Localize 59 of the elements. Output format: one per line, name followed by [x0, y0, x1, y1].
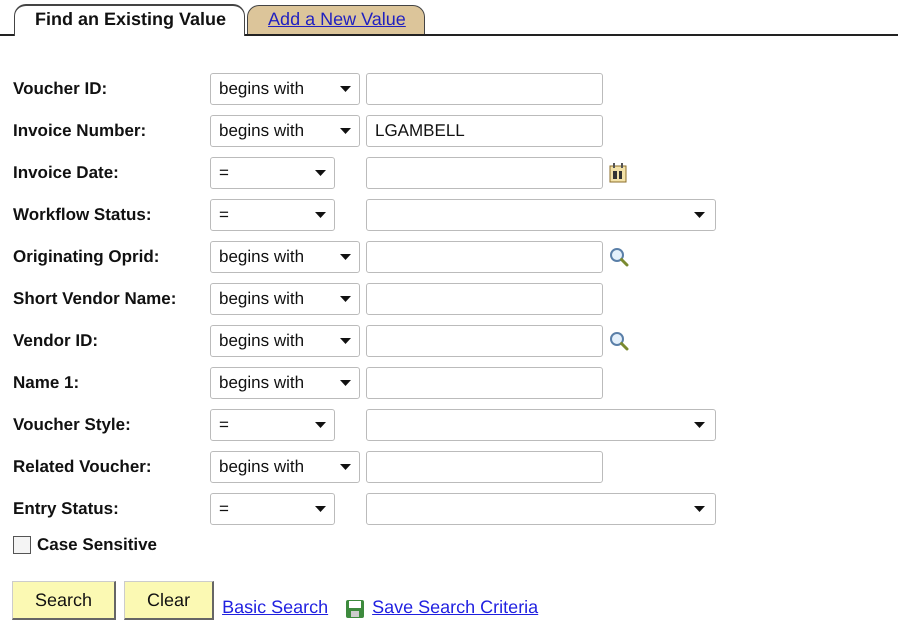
tab[interactable]: Add a New Value: [247, 5, 425, 34]
field-label: Name 1:: [13, 373, 80, 393]
input-field[interactable]: [366, 157, 603, 189]
operator-dropdown[interactable]: =: [210, 199, 335, 231]
action-button[interactable]: Clear: [124, 581, 214, 620]
caret-icon: [340, 128, 351, 134]
field-label: Short Vendor Name:: [13, 289, 178, 309]
operator-dropdown[interactable]: begins with: [210, 73, 360, 105]
operator-dropdown[interactable]: =: [210, 409, 335, 441]
field-label: Voucher ID:: [13, 79, 108, 99]
dropdown-field[interactable]: [366, 493, 716, 525]
search-icon[interactable]: [609, 247, 629, 267]
field-label: Invoice Number:: [13, 121, 148, 141]
operator-dropdown[interactable]: begins with: [210, 325, 360, 357]
caret-icon: [340, 338, 351, 344]
caret-icon: [315, 506, 326, 512]
caret-icon: [315, 212, 326, 218]
caret-icon: [694, 422, 705, 428]
field-label: Related Voucher:: [13, 457, 153, 477]
action-button[interactable]: Search: [12, 581, 116, 620]
caret-icon: [340, 254, 351, 260]
caret-icon: [340, 296, 351, 302]
link[interactable]: Save Search Criteria: [372, 597, 538, 618]
dropdown-field[interactable]: [366, 409, 716, 441]
tab[interactable]: Find an Existing Value: [14, 4, 246, 36]
operator-dropdown[interactable]: begins with: [210, 451, 360, 483]
field-label: Vendor ID:: [13, 331, 100, 351]
checkbox-label: Case Sensitive: [37, 535, 158, 555]
caret-icon: [694, 506, 705, 512]
field-label: Originating Oprid:: [13, 247, 160, 267]
operator-dropdown[interactable]: =: [210, 493, 335, 525]
field-label: Workflow Status:: [13, 205, 153, 225]
calendar-icon[interactable]: [609, 163, 627, 183]
save-icon[interactable]: [346, 600, 364, 618]
operator-dropdown[interactable]: =: [210, 157, 335, 189]
operator-dropdown[interactable]: begins with: [210, 283, 360, 315]
input-field[interactable]: LGAMBELL: [366, 115, 603, 147]
operator-dropdown[interactable]: begins with: [210, 367, 360, 399]
caret-icon: [340, 464, 351, 470]
field-label: Entry Status:: [13, 499, 120, 519]
input-field[interactable]: [366, 241, 603, 273]
caret-icon: [340, 380, 351, 386]
caret-icon: [315, 170, 326, 176]
caret-icon: [340, 86, 351, 92]
link[interactable]: Basic Search: [222, 597, 328, 618]
dropdown-field[interactable]: [366, 199, 716, 231]
input-field[interactable]: [366, 73, 603, 105]
input-field[interactable]: [366, 367, 603, 399]
input-field[interactable]: [366, 451, 603, 483]
caret-icon: [315, 422, 326, 428]
operator-dropdown[interactable]: begins with: [210, 115, 360, 147]
operator-dropdown[interactable]: begins with: [210, 241, 360, 273]
checkbox[interactable]: [13, 536, 31, 554]
search-icon[interactable]: [609, 331, 629, 351]
caret-icon: [694, 212, 705, 218]
input-field[interactable]: [366, 325, 603, 357]
field-label: Invoice Date:: [13, 163, 120, 183]
input-field[interactable]: [366, 283, 603, 315]
field-label: Voucher Style:: [13, 415, 132, 435]
